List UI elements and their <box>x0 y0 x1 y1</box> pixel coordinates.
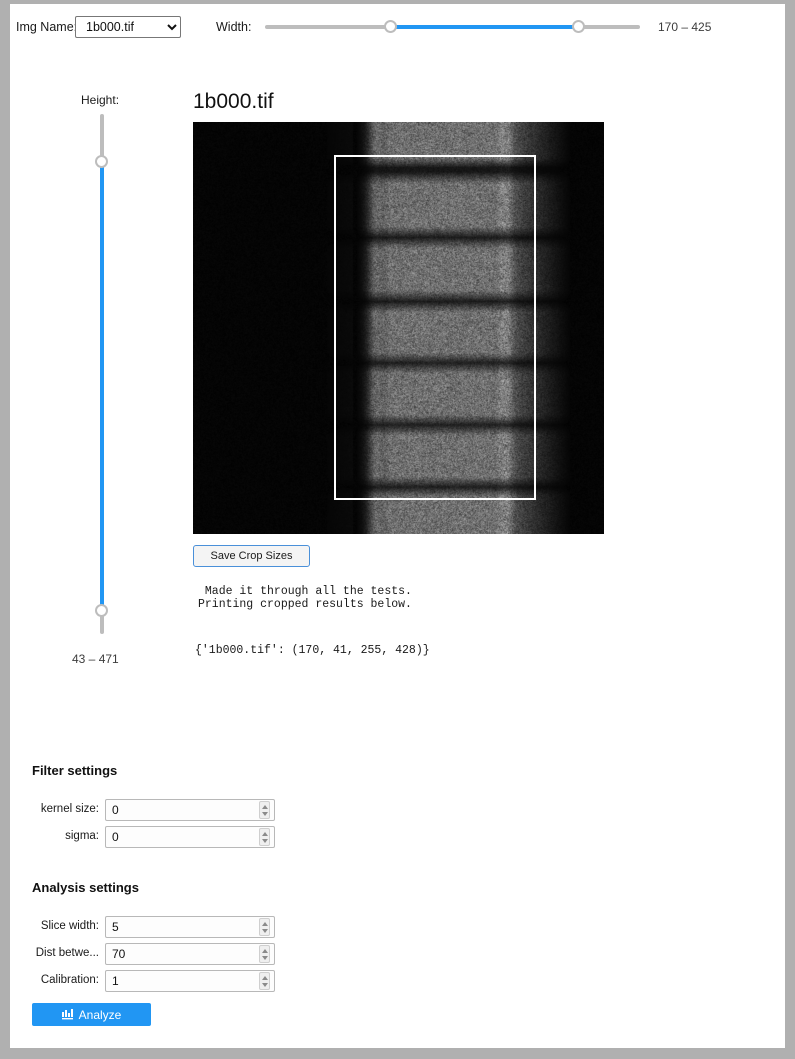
sigma-stepper-arrows[interactable] <box>259 828 270 846</box>
analysis-settings-heading: Analysis settings <box>32 880 139 895</box>
console-crop-result: {'1b000.tif': (170, 41, 255, 428)} <box>195 644 430 657</box>
slice-width-label: Slice width: <box>40 920 99 932</box>
kernel-size-value: 0 <box>112 803 119 817</box>
width-label: Width: <box>216 20 252 34</box>
stepper-up-icon[interactable] <box>262 805 268 809</box>
height-range-slider[interactable] <box>95 114 109 634</box>
calibration-stepper[interactable]: 1 <box>105 970 275 992</box>
filter-settings-heading: Filter settings <box>32 763 118 778</box>
dist-between-stepper-arrows[interactable] <box>259 945 270 963</box>
toolbar: Img Name: 1b000.tif Width: 170 – 425 <box>10 4 785 46</box>
analyze-button-label: Analyze <box>78 1007 122 1022</box>
calibration-label: Calibration: <box>40 974 99 986</box>
sigma-value: 0 <box>112 830 119 844</box>
width-slider-handle-max[interactable] <box>572 20 585 33</box>
slice-width-stepper-arrows[interactable] <box>259 918 270 936</box>
height-slider-handle-min[interactable] <box>95 604 108 617</box>
console-message-line-2: Printing cropped results below. <box>198 598 412 611</box>
height-label: Height: <box>81 93 120 107</box>
calibration-value: 1 <box>112 974 119 988</box>
img-name-label: Img Name: <box>16 20 78 34</box>
kernel-size-stepper-arrows[interactable] <box>259 801 270 819</box>
application-window: Img Name: 1b000.tif Width: 170 – 425 Hei… <box>10 4 785 1048</box>
analyze-button[interactable]: Analyze <box>32 1003 151 1026</box>
dist-between-stepper[interactable]: 70 <box>105 943 275 965</box>
width-range-slider[interactable] <box>265 20 640 34</box>
kernel-size-label: kernel size: <box>40 803 99 815</box>
calibration-stepper-arrows[interactable] <box>259 972 270 990</box>
img-name-select[interactable]: 1b000.tif <box>75 16 181 38</box>
dist-between-value: 70 <box>112 947 126 961</box>
stepper-down-icon[interactable] <box>262 956 268 960</box>
stepper-down-icon[interactable] <box>262 929 268 933</box>
dist-between-label: Dist betwe... <box>35 947 99 959</box>
width-slider-fill <box>390 25 578 29</box>
height-slider-handle-max[interactable] <box>95 155 108 168</box>
slice-width-value: 5 <box>112 920 119 934</box>
console-message-line-1: Made it through all the tests. <box>198 585 412 598</box>
stepper-up-icon[interactable] <box>262 976 268 980</box>
page-title: 1b000.tif <box>193 90 274 113</box>
ultrasound-image-preview[interactable] <box>193 122 604 534</box>
height-range-value: 43 – 471 <box>72 652 119 666</box>
bar-chart-icon <box>61 1009 73 1020</box>
stepper-up-icon[interactable] <box>262 949 268 953</box>
stepper-up-icon[interactable] <box>262 922 268 926</box>
kernel-size-stepper[interactable]: 0 <box>105 799 275 821</box>
save-crop-sizes-button[interactable]: Save Crop Sizes <box>193 545 310 567</box>
stepper-down-icon[interactable] <box>262 983 268 987</box>
stepper-down-icon[interactable] <box>262 812 268 816</box>
sigma-label: sigma: <box>65 830 99 842</box>
stepper-down-icon[interactable] <box>262 839 268 843</box>
sigma-stepper[interactable]: 0 <box>105 826 275 848</box>
width-slider-handle-min[interactable] <box>384 20 397 33</box>
width-range-value: 170 – 425 <box>658 20 712 34</box>
slice-width-stepper[interactable]: 5 <box>105 916 275 938</box>
ultrasound-image <box>193 122 604 534</box>
stepper-up-icon[interactable] <box>262 832 268 836</box>
height-slider-fill <box>100 161 104 610</box>
